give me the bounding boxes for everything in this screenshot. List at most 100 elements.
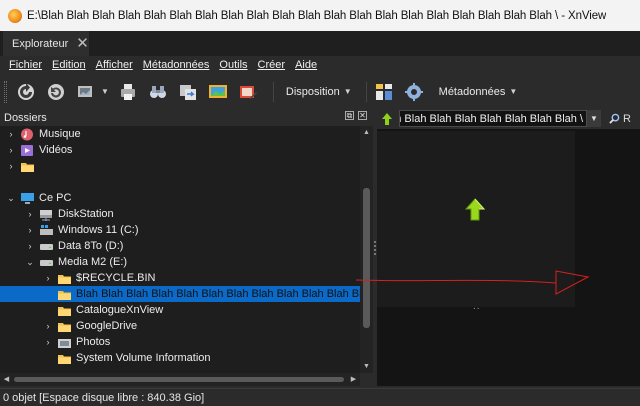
folder-icon [57,352,72,365]
tree-item-label: DiskStation [58,208,114,220]
tree-item-label: Windows 11 (C:) [58,224,139,236]
copy-to-icon[interactable] [177,81,199,103]
expand-icon[interactable]: › [43,273,53,283]
slideshow-icon[interactable] [207,81,229,103]
parent-folder-icon[interactable] [377,109,397,129]
tree-item[interactable]: › Photos [0,334,360,350]
expand-icon[interactable]: › [43,337,53,347]
drive-icon [39,240,54,253]
metadonnees-button[interactable]: Métadonnées [439,86,506,98]
scroll-left-icon[interactable]: ◀ [0,373,13,386]
pc-icon [20,192,35,205]
disposition-button[interactable]: Disposition [286,86,340,98]
photos-folder-icon [57,336,72,349]
toolbar-separator [272,81,274,102]
tree-item[interactable]: CatalogueXnView [0,302,360,318]
gear-icon[interactable] [403,81,425,103]
tab-bar: Explorateur ✕ [0,31,640,56]
folder-icon [57,288,72,301]
tree-item-selected[interactable]: Blah Blah Blah Blah Blah Blah Blah Blah … [0,286,360,302]
resize-grip[interactable]: .. [473,301,481,312]
menu-creer[interactable]: Créer [258,59,286,71]
expand-icon[interactable]: › [25,209,35,219]
expand-icon[interactable]: › [25,225,35,235]
tree-item-label: Blah Blah Blah Blah Blah Blah Blah Blah … [76,288,360,300]
folders-panel-title: Dossiers [4,112,47,124]
tree-item[interactable]: › GoogleDrive [0,318,360,334]
scroll-down-icon[interactable]: ▼ [360,360,373,373]
splitter-grip[interactable] [374,241,376,255]
menu-fichier[interactable]: Fichier [9,59,42,71]
tree-item[interactable]: ⌄ Media M2 (E:) [0,254,360,270]
window-title: E:\Blah Blah Blah Blah Blah Blah Blah Bl… [27,9,607,22]
scroll-up-icon[interactable]: ▲ [360,126,373,139]
parent-folder-icon [464,198,486,221]
expand-icon[interactable]: › [43,321,53,331]
address-bar: E:\Blah Blah Blah Blah Blah Blah Blah Bl… [377,108,640,129]
folder-icon [57,272,72,285]
print-icon[interactable] [117,81,139,103]
tree-item-label: Musique [39,128,81,140]
status-text: 0 objet [Espace disque libre : 840.38 Gi… [3,391,205,404]
tree-item[interactable]: › DiskStation [0,206,360,222]
image-frame-icon[interactable] [75,81,97,103]
tree-horizontal-scrollbar[interactable]: ◀ ▶ [0,373,360,386]
panel-header-buttons: ⧉ ✕ [345,111,367,120]
music-icon [20,128,35,141]
close-icon[interactable]: ✕ [358,111,367,120]
browser-panel: E:\Blah Blah Blah Blah Blah Blah Blah Bl… [377,108,640,386]
scroll-right-icon[interactable]: ▶ [347,373,360,386]
menu-aide[interactable]: Aide [295,59,317,71]
tree-item[interactable]: › Data 8To (D:) [0,238,360,254]
tab-label: Explorateur [12,37,69,50]
edit-image-icon[interactable] [237,81,259,103]
menu-bar: Fichier Edition Afficher Métadonnées Out… [0,56,640,74]
tree-item[interactable]: › Musique [0,126,360,142]
address-path: E:\Blah Blah Blah Blah Blah Blah Blah Bl… [400,112,583,125]
tree-item[interactable]: › Windows 11 (C:) [0,222,360,238]
chevron-down-icon[interactable]: ▼ [509,87,517,96]
collapse-icon[interactable]: ⌄ [6,193,16,204]
windows-drive-icon [39,224,54,237]
scroll-thumb[interactable] [363,188,370,328]
rotate-icon[interactable] [45,81,67,103]
tree-vertical-scrollbar[interactable]: ▲ ▼ [360,126,373,373]
close-icon[interactable]: ✕ [76,36,89,51]
chevron-down-icon[interactable]: ▼ [587,110,601,127]
tree-item-label: Data 8To (D:) [58,240,124,252]
title-bar: E:\Blah Blah Blah Blah Blah Blah Blah Bl… [0,0,640,31]
tree-item[interactable]: ⌄ Ce PC [0,190,360,206]
disposition-icon[interactable] [373,81,395,103]
float-panel-icon[interactable]: ⧉ [345,111,354,120]
collapse-icon[interactable]: ⌄ [25,257,35,268]
search-field[interactable]: R [609,110,640,127]
menu-afficher[interactable]: Afficher [96,59,133,71]
toolbar-grip[interactable] [4,80,7,103]
toolbar-separator [365,81,367,102]
thumbnail-browser[interactable] [377,131,575,307]
tree-item[interactable]: › $RECYCLE.BIN [0,270,360,286]
folder-icon [57,320,72,333]
toolbar: ▼ Disposition ▼ Métadonnées ▼ [0,74,640,109]
scroll-thumb[interactable] [14,377,344,382]
chevron-down-icon[interactable]: ▼ [101,87,109,96]
binoculars-icon[interactable] [147,81,169,103]
chevron-down-icon[interactable]: ▼ [344,87,352,96]
tab-explorateur[interactable]: Explorateur ✕ [3,31,89,56]
expand-icon[interactable]: › [25,241,35,251]
tree-item[interactable]: › Vidéos [0,142,360,158]
folder-tree: › Musique › Vidéos › ⌄ Ce PC › DiskStation › Windo… [0,126,360,373]
menu-metadonnees[interactable]: Métadonnées [143,59,210,71]
expand-icon[interactable]: › [6,161,16,171]
menu-outils[interactable]: Outils [219,59,247,71]
menu-edition[interactable]: Edition [52,59,86,71]
folders-panel-header: Dossiers ⧉ ✕ [0,111,373,125]
address-input[interactable]: E:\Blah Blah Blah Blah Blah Blah Blah Bl… [399,110,587,127]
tree-item[interactable]: System Volume Information [0,350,360,366]
expand-icon[interactable]: › [6,145,16,155]
tree-item-label: Vidéos [39,144,73,156]
empty-area [377,307,640,386]
refresh-icon[interactable] [15,81,37,103]
expand-icon[interactable]: › [6,129,16,139]
status-bar: 0 objet [Espace disque libre : 840.38 Gi… [0,388,640,406]
